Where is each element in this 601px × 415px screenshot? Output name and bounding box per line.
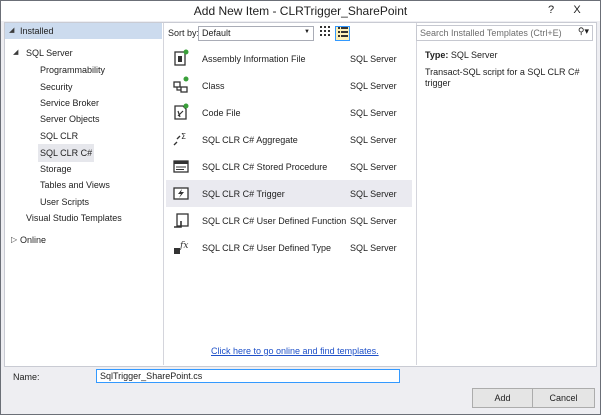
- template-item[interactable]: fx SQL CLR C# User Defined Type SQL Serv…: [166, 234, 412, 261]
- template-category-tree: ◢ Installed ◢ SQL Server Programmability…: [5, 23, 162, 365]
- close-button[interactable]: X: [563, 1, 591, 19]
- tree-item-security[interactable]: Security: [5, 79, 162, 95]
- template-item[interactable]: Assembly Information File SQL Server: [166, 45, 412, 72]
- tree-item-server-objects[interactable]: Server Objects: [5, 111, 162, 127]
- stored-procedure-icon: [173, 160, 189, 173]
- window-title: Add New Item - CLRTrigger_SharePoint: [193, 4, 408, 18]
- template-item[interactable]: Σ SQL CLR C# Aggregate SQL Server: [166, 126, 412, 153]
- add-button[interactable]: Add: [472, 388, 533, 408]
- tree-label: SQL CLR: [40, 131, 79, 141]
- template-type: SQL Server: [350, 81, 397, 91]
- tree-item-visual-studio-templates[interactable]: Visual Studio Templates: [5, 210, 162, 226]
- tree-label-sql-server: SQL Server: [26, 48, 73, 58]
- search-templates-input[interactable]: Search Installed Templates (Ctrl+E) ⚲▾: [416, 25, 593, 41]
- svg-text:fx: fx: [179, 241, 188, 251]
- tree-item-online[interactable]: ▷ Online: [5, 232, 162, 248]
- expand-arrow-icon[interactable]: ▷: [11, 232, 17, 248]
- template-type: SQL Server: [350, 135, 397, 145]
- template-type: SQL Server: [350, 189, 397, 199]
- tree-label: Storage: [40, 164, 72, 174]
- code-file-icon: [174, 103, 189, 120]
- template-type: SQL Server: [350, 216, 397, 226]
- template-type: SQL Server: [350, 162, 397, 172]
- tree-item-installed[interactable]: ◢ Installed: [5, 23, 162, 39]
- template-description: Transact-SQL script for a SQL CLR C# tri…: [425, 67, 580, 88]
- tree-label: SQL CLR C#: [38, 144, 95, 162]
- grid-view-button[interactable]: [318, 26, 331, 39]
- tree-item-sql-clr-csharp[interactable]: SQL CLR C#: [5, 144, 162, 162]
- tree-label: User Scripts: [40, 197, 90, 207]
- tree-label: Server Objects: [40, 114, 100, 124]
- tree-item-storage[interactable]: Storage: [5, 161, 162, 177]
- title-bar: Add New Item - CLRTrigger_SharePoint ? X: [1, 1, 600, 21]
- tree-item-service-broker[interactable]: Service Broker: [5, 95, 162, 111]
- tree-label: Tables and Views: [40, 180, 110, 190]
- type-value: SQL Server: [450, 50, 498, 60]
- name-label: Name:: [13, 372, 40, 382]
- aggregate-icon: Σ: [173, 132, 186, 146]
- grid-view-icon: [319, 26, 330, 36]
- template-name: Class: [202, 81, 225, 91]
- search-icon[interactable]: ⚲▾: [578, 26, 589, 37]
- template-name: SQL CLR C# Aggregate: [202, 135, 298, 145]
- tree-label: Visual Studio Templates: [26, 213, 122, 223]
- class-icon: [173, 76, 189, 93]
- template-type-line: Type: SQL Server: [425, 50, 498, 60]
- user-defined-function-icon: [174, 213, 189, 228]
- template-item[interactable]: Code File SQL Server: [166, 99, 412, 126]
- find-templates-online-link[interactable]: Click here to go online and find templat…: [211, 346, 379, 356]
- template-item[interactable]: SQL CLR C# User Defined Function SQL Ser…: [166, 207, 412, 234]
- template-type: SQL Server: [350, 54, 397, 64]
- type-label: Type:: [425, 50, 449, 60]
- cancel-button[interactable]: Cancel: [532, 388, 595, 408]
- tree-item-sql-server[interactable]: ◢ SQL Server: [5, 45, 162, 61]
- template-item[interactable]: SQL CLR C# Stored Procedure SQL Server: [166, 153, 412, 180]
- list-view-icon: [337, 27, 348, 37]
- tree-label: Security: [40, 82, 73, 92]
- tree-label-online: Online: [20, 235, 47, 245]
- trigger-icon: [173, 187, 189, 200]
- tree-item-tables-and-views[interactable]: Tables and Views: [5, 177, 162, 193]
- sort-by-value: Default: [202, 28, 231, 38]
- template-name: SQL CLR C# User Defined Type: [202, 243, 332, 253]
- tree-item-sql-clr[interactable]: SQL CLR: [5, 128, 162, 144]
- assembly-file-icon: [174, 49, 189, 66]
- template-name: SQL CLR C# User Defined Function: [202, 216, 347, 226]
- search-placeholder: Search Installed Templates (Ctrl+E): [420, 28, 562, 38]
- tree-label-installed: Installed: [20, 26, 54, 36]
- tree-item-programmability[interactable]: Programmability: [5, 62, 162, 78]
- template-type: SQL Server: [350, 108, 397, 118]
- template-item-selected[interactable]: SQL CLR C# Trigger SQL Server: [166, 180, 412, 207]
- name-field[interactable]: SqlTrigger_SharePoint.cs: [96, 369, 400, 383]
- sort-by-dropdown[interactable]: Default ▼: [198, 26, 314, 41]
- collapse-arrow-icon[interactable]: ◢: [9, 23, 14, 39]
- name-field-value: SqlTrigger_SharePoint.cs: [100, 371, 203, 381]
- template-name: SQL CLR C# Stored Procedure: [202, 162, 328, 172]
- template-name: Code File: [202, 108, 241, 118]
- user-defined-type-icon: fx: [174, 241, 188, 254]
- template-name: SQL CLR C# Trigger: [202, 189, 285, 199]
- template-type: SQL Server: [350, 243, 397, 253]
- help-button[interactable]: ?: [542, 1, 560, 19]
- chevron-down-icon: ▼: [304, 29, 310, 35]
- tree-label: Programmability: [40, 65, 106, 75]
- tree-label: Service Broker: [40, 98, 100, 108]
- template-item[interactable]: Class SQL Server: [166, 72, 412, 99]
- tree-item-user-scripts[interactable]: User Scripts: [5, 194, 162, 210]
- list-view-button[interactable]: [335, 26, 350, 41]
- collapse-arrow-icon[interactable]: ◢: [13, 45, 18, 61]
- sort-by-label: Sort by:: [168, 28, 200, 38]
- template-name: Assembly Information File: [202, 54, 306, 64]
- svg-text:Σ: Σ: [181, 132, 186, 141]
